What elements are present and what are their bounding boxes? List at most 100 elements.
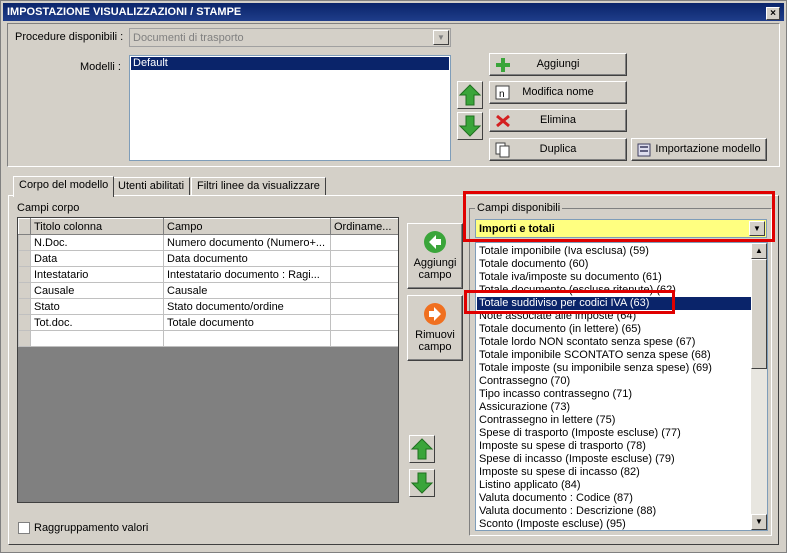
modelli-list[interactable]: Default [129,55,451,161]
rimuovi-campo-button[interactable]: Rimuovi campo [407,295,463,361]
col-header-titolo[interactable]: Titolo colonna [30,218,164,235]
list-item[interactable]: Tipo incasso contrassegno (71) [477,388,751,401]
table-row[interactable]: Stato Stato documento/ordine [18,298,398,315]
list-item[interactable]: Spese di trasporto (Imposte escluse) (77… [477,427,751,440]
grid-header-row: Titolo colonna Campo Ordiname... [18,218,398,235]
col-header-campo[interactable]: Campo [163,218,331,235]
copy-icon [495,142,510,158]
campi-corpo-grid[interactable]: Titolo colonna Campo Ordiname... N.Doc. N… [17,217,399,503]
row-indicator [18,266,31,283]
elimina-button[interactable]: Elimina [489,109,627,132]
move-up-field-button[interactable] [409,435,435,463]
list-item[interactable]: Totale lordo NON scontato senza spese (6… [477,336,751,349]
elimina-label: Elimina [539,114,577,126]
row-indicator-header [18,218,31,235]
procedure-select[interactable]: Documenti di trasporto ▼ [129,28,451,47]
modifica-label: Modifica nome [522,86,594,98]
cell-ordinamento[interactable] [330,234,398,251]
arrow-down-icon [410,472,434,494]
list-item[interactable]: Totale imposte (su imponibile senza spes… [477,362,751,375]
tab-utenti-abilitati[interactable]: Utenti abilitati [112,177,191,196]
row-indicator [18,314,31,331]
table-row[interactable]: Tot.doc. Totale documento [18,314,398,331]
rename-icon: n [495,85,510,100]
list-item[interactable]: Imposte su spese di incasso (82) [477,466,751,479]
aggiungi-campo-button[interactable]: Aggiungi campo [407,223,463,289]
cell-campo[interactable]: Totale documento [163,314,331,331]
list-scrollbar[interactable]: ▲ ▼ [751,243,767,530]
arrow-up-icon [458,84,482,106]
campi-disponibili-list[interactable]: Totale imponibile (Iva esclusa) (59) Tota… [475,242,768,531]
move-up-model-button[interactable] [457,81,483,109]
list-item[interactable]: Totale iva/imposte su documento (61) [477,271,751,284]
cell-empty[interactable] [163,330,331,347]
duplica-button[interactable]: Duplica [489,138,627,161]
list-item[interactable]: Valuta documento : Descrizione (88) [477,505,751,518]
cell-campo[interactable]: Intestatario documento : Ragi... [163,266,331,283]
list-item[interactable]: Totale imponibile (Iva esclusa) (59) [477,245,751,258]
table-row[interactable]: Data Data documento [18,250,398,267]
list-item[interactable]: Contrassegno (70) [477,375,751,388]
scroll-up-button[interactable]: ▲ [751,243,767,259]
list-item[interactable]: Listino applicato (84) [477,479,751,492]
move-down-model-button[interactable] [457,112,483,140]
cell-titolo[interactable]: Data [30,250,164,267]
cell-titolo[interactable]: Intestatario [30,266,164,283]
cell-ordinamento[interactable] [330,250,398,267]
table-row[interactable]: Intestatario Intestatario documento : Rag… [18,266,398,283]
modelli-label: Modelli : [80,61,121,73]
scroll-thumb[interactable] [751,259,767,369]
cell-empty[interactable] [330,330,398,347]
tab-corpo-del-modello[interactable]: Corpo del modello [13,176,115,197]
svg-text:n: n [499,89,505,100]
table-row[interactable]: N.Doc. Numero documento (Numero+... [18,234,398,251]
cell-ordinamento[interactable] [330,266,398,283]
window-title: IMPOSTAZIONE VISUALIZZAZIONI / STAMPE [7,6,242,18]
list-item[interactable]: Spese di incasso (Imposte escluse) (79) [477,453,751,466]
arrow-up-icon [410,438,434,460]
list-item[interactable]: Totale imponibile SCONTATO senza spese (… [477,349,751,362]
list-item[interactable]: Sconto (Imposte escluse) (95) [477,518,751,530]
annotation-box-category [463,191,775,242]
raggruppamento-label: Raggruppamento valori [34,522,149,534]
cell-titolo[interactable]: Causale [30,282,164,299]
list-item[interactable]: Totale documento (in lettere) (65) [477,323,751,336]
cell-titolo[interactable]: Tot.doc. [30,314,164,331]
cell-ordinamento[interactable] [330,314,398,331]
cell-campo[interactable]: Causale [163,282,331,299]
cell-titolo[interactable]: N.Doc. [30,234,164,251]
cell-ordinamento[interactable] [330,282,398,299]
aggiungi-label: Aggiungi [536,58,580,70]
raggruppamento-checkbox[interactable] [18,522,30,534]
list-item[interactable]: Valuta documento : Codice (87) [477,492,751,505]
importazione-label: Importazione modello [655,143,761,155]
move-down-field-button[interactable] [409,469,435,497]
cell-campo[interactable]: Data documento [163,250,331,267]
cell-campo[interactable]: Numero documento (Numero+... [163,234,331,251]
aggiungi-button[interactable]: Aggiungi [489,53,627,76]
arrow-down-icon [458,115,482,137]
cell-titolo[interactable]: Stato [30,298,164,315]
row-indicator [18,298,31,315]
dialog-window: IMPOSTAZIONE VISUALIZZAZIONI / STAMPE × … [0,0,787,553]
chevron-down-icon[interactable]: ▼ [433,30,449,45]
list-item[interactable]: Assicurazione (73) [477,401,751,414]
cell-ordinamento[interactable] [330,298,398,315]
table-row[interactable]: Causale Causale [18,282,398,299]
tab-filtri-linee[interactable]: Filtri linee da visualizzare [191,177,326,196]
cell-empty[interactable] [30,330,164,347]
importazione-button[interactable]: Importazione modello [631,138,767,161]
list-item[interactable]: Imposte su spese di trasporto (78) [477,440,751,453]
row-indicator [18,330,31,347]
table-row-new[interactable] [18,330,398,347]
cell-campo[interactable]: Stato documento/ordine [163,298,331,315]
list-item[interactable]: Totale documento (60) [477,258,751,271]
col-header-ordinamento[interactable]: Ordiname... [330,218,398,235]
scroll-down-button[interactable]: ▼ [751,514,767,530]
procedure-label: Procedure disponibili : [15,31,124,43]
close-button[interactable]: × [766,7,780,20]
list-item[interactable]: Contrassegno in lettere (75) [477,414,751,427]
tab-label: Corpo del modello [19,179,109,191]
modifica-nome-button[interactable]: n Modifica nome [489,81,627,104]
modelli-item-default[interactable]: Default [131,57,449,70]
